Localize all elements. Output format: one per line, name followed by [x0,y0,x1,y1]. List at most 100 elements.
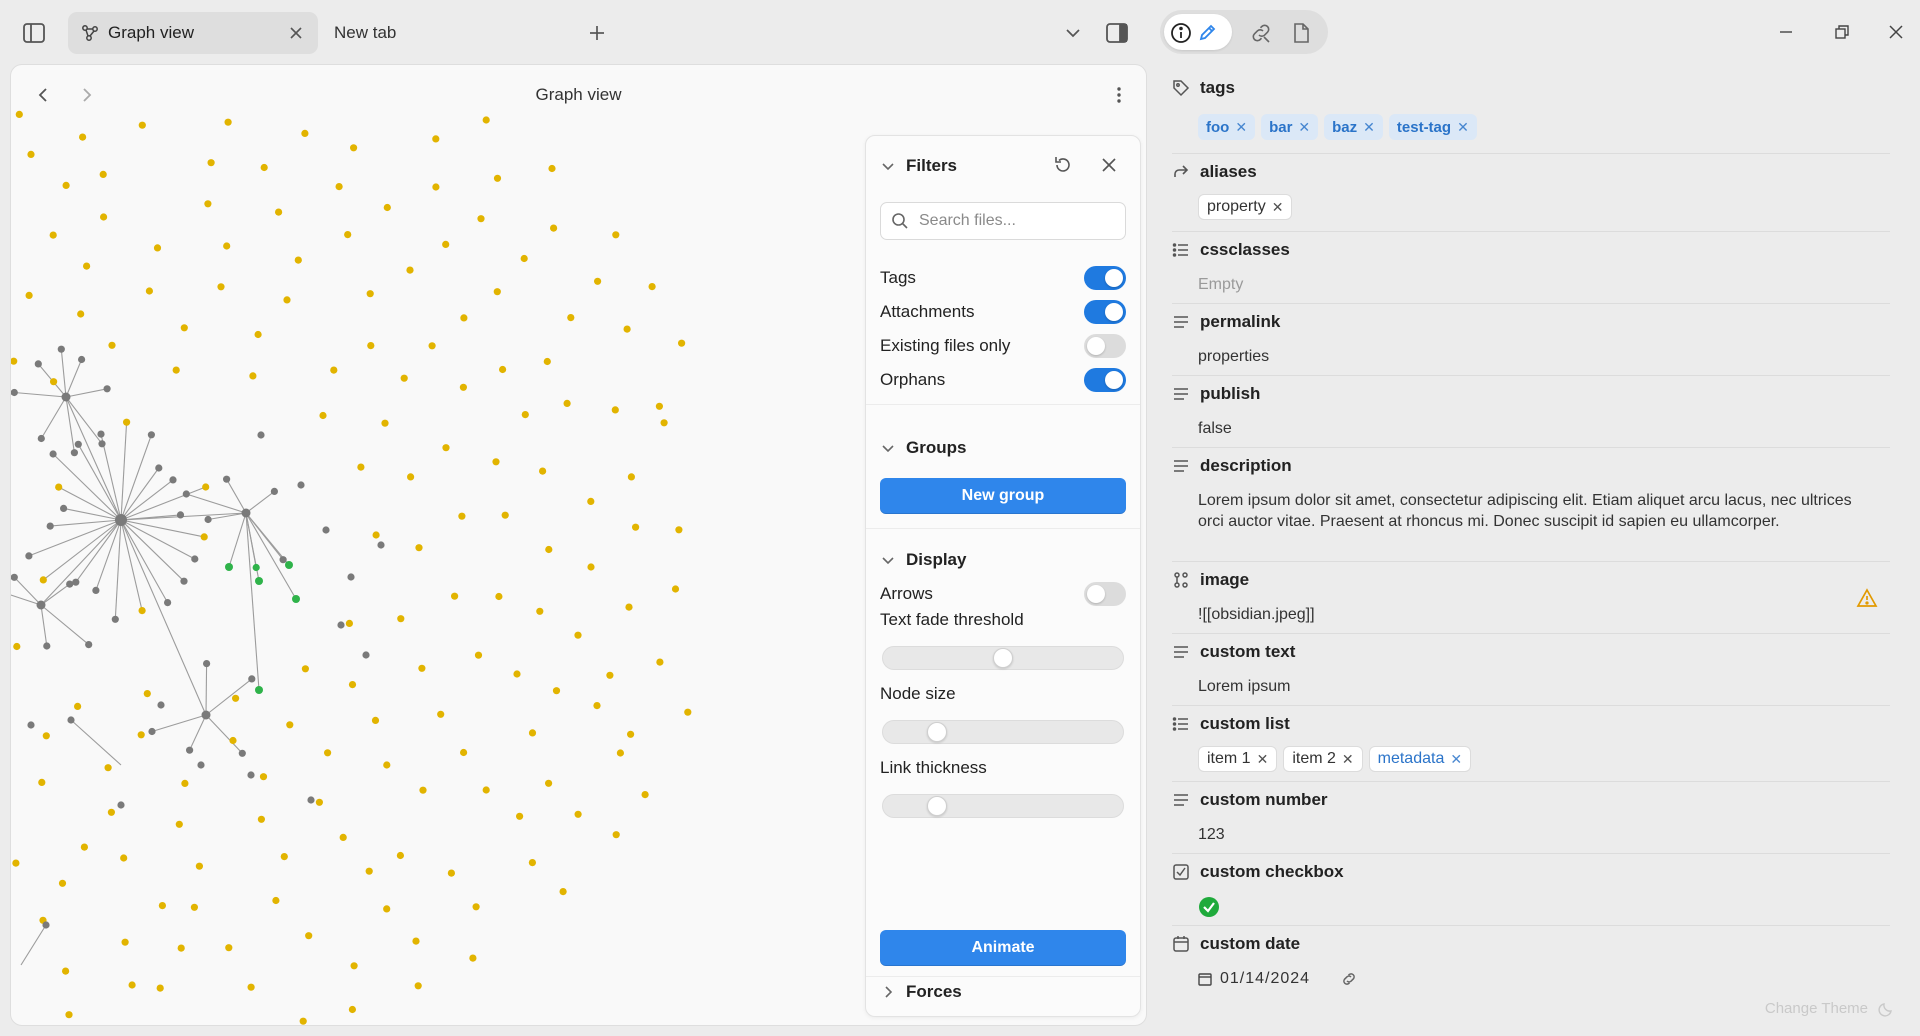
slider-track[interactable] [882,720,1124,744]
slider-handle[interactable] [993,648,1013,668]
graph-node-note[interactable] [98,440,106,448]
graph-node-note[interactable] [202,483,210,491]
graph-node-note[interactable] [148,727,156,736]
graph-node-note[interactable] [322,526,330,534]
graph-node-attachment[interactable] [357,463,365,471]
graph-node-attachment[interactable] [305,932,313,940]
graph-node-note[interactable] [36,600,46,610]
graph-node-attachment[interactable] [587,563,595,571]
graph-node-attachment[interactable] [257,815,265,823]
graph-node-attachment[interactable] [223,242,231,250]
graph-node-attachment[interactable] [137,731,145,739]
slider-handle[interactable] [927,722,947,742]
publish-value[interactable]: false [1198,420,1232,438]
graph-node-attachment[interactable] [143,690,151,698]
graph-node-attachment[interactable] [348,681,357,689]
graph-node-attachment[interactable] [366,290,374,298]
graph-node-attachment[interactable] [625,603,633,611]
graph-node-note[interactable] [11,388,18,397]
graph-node-attachment[interactable] [400,374,408,382]
restore-icon[interactable] [1828,18,1856,46]
graph-node-note[interactable] [279,556,287,564]
graph-node-attachment[interactable] [627,473,636,481]
graph-node-note[interactable] [138,607,146,615]
graph-node-attachment[interactable] [339,833,347,842]
toggle-sidebar-icon[interactable] [20,20,48,46]
filters-section-header[interactable]: Filters [880,156,957,176]
graph-node-note[interactable] [247,771,255,779]
value-pill[interactable]: foo ✕ [1198,114,1256,140]
graph-node-attachment[interactable] [259,773,268,781]
graph-node-note[interactable] [92,586,100,595]
graph-node-attachment[interactable] [62,967,70,975]
graph-node-note[interactable] [176,511,185,519]
remove-icon[interactable]: ✕ [1272,199,1284,216]
property-key[interactable]: custom date [1172,934,1300,954]
tab-graph-view[interactable]: Graph view [68,12,318,54]
graph-node-attachment[interactable] [25,291,33,299]
graph-node-attachment[interactable] [407,473,415,481]
graph-node-attachment[interactable] [493,288,501,296]
graph-node-attachment[interactable] [563,399,571,407]
value-pill[interactable]: metadata ✕ [1368,746,1472,772]
graph-node-note[interactable] [43,642,51,650]
graph-node-attachment[interactable] [412,937,420,945]
graph-node-attachment[interactable] [474,651,483,659]
graph-node-note[interactable] [347,573,355,581]
graph-node-tag[interactable] [255,577,263,585]
remove-icon[interactable]: ✕ [1257,751,1269,768]
graph-node-attachment[interactable] [350,144,358,152]
remove-icon[interactable]: ✕ [1235,119,1247,136]
graph-node-attachment[interactable] [11,357,18,365]
remove-icon[interactable]: ✕ [1342,751,1354,768]
graph-node-tag[interactable] [225,563,233,571]
graph-node-note[interactable] [70,449,78,457]
graph-node-attachment[interactable] [396,851,404,860]
graph-node-attachment[interactable] [419,786,427,794]
graph-node-attachment[interactable] [158,902,166,910]
graph-node-attachment[interactable] [482,786,490,794]
graph-node-note[interactable] [57,345,65,353]
graph-node-attachment[interactable] [528,729,537,737]
graph-node-note[interactable] [203,660,211,668]
graph-node-note[interactable] [147,431,155,439]
property-key[interactable]: cssclasses [1172,240,1290,260]
graph-node-note[interactable] [252,563,260,572]
arrows-toggle[interactable] [1084,582,1126,606]
graph-node-attachment[interactable] [627,730,635,738]
graph-node-tag[interactable] [292,595,300,603]
graph-node-attachment[interactable] [301,665,309,673]
graph-node-attachment[interactable] [397,615,405,623]
graph-node-attachment[interactable] [272,896,280,905]
graph-node-note[interactable] [155,464,163,472]
remove-icon[interactable]: ✕ [1298,119,1310,136]
graph-node-attachment[interactable] [587,497,595,505]
graph-node-attachment[interactable] [612,231,620,239]
outgoing-links-icon[interactable] [1250,22,1272,44]
minimize-icon[interactable] [1772,18,1800,46]
graph-node-attachment[interactable] [567,314,575,322]
property-key[interactable]: custom list [1172,714,1290,734]
graph-node-attachment[interactable] [247,983,255,991]
graph-node-attachment[interactable] [315,798,323,806]
graph-node-note[interactable] [270,487,278,495]
graph-node-attachment[interactable] [207,159,215,167]
graph-node-attachment[interactable] [283,296,291,304]
graph-node-attachment[interactable] [121,938,129,946]
close-icon[interactable] [1096,152,1122,178]
graph-node-attachment[interactable] [324,749,332,757]
graph-node-attachment[interactable] [13,642,21,651]
filter-toggle[interactable] [1084,300,1126,324]
graph-node-note[interactable] [27,721,35,729]
graph-node-attachment[interactable] [460,748,468,757]
graph-node-attachment[interactable] [99,170,107,178]
graph-node-attachment[interactable] [574,810,582,818]
animate-button[interactable]: Animate [880,930,1126,966]
graph-node-attachment[interactable] [27,150,35,158]
graph-node-attachment[interactable] [128,981,136,989]
property-key[interactable]: publish [1172,384,1260,404]
description-value[interactable]: Lorem ipsum dolor sit amet, consectetur … [1198,490,1878,532]
graph-node-attachment[interactable] [656,658,664,666]
graph-node-note[interactable] [103,385,111,393]
graph-node-attachment[interactable] [513,670,521,678]
